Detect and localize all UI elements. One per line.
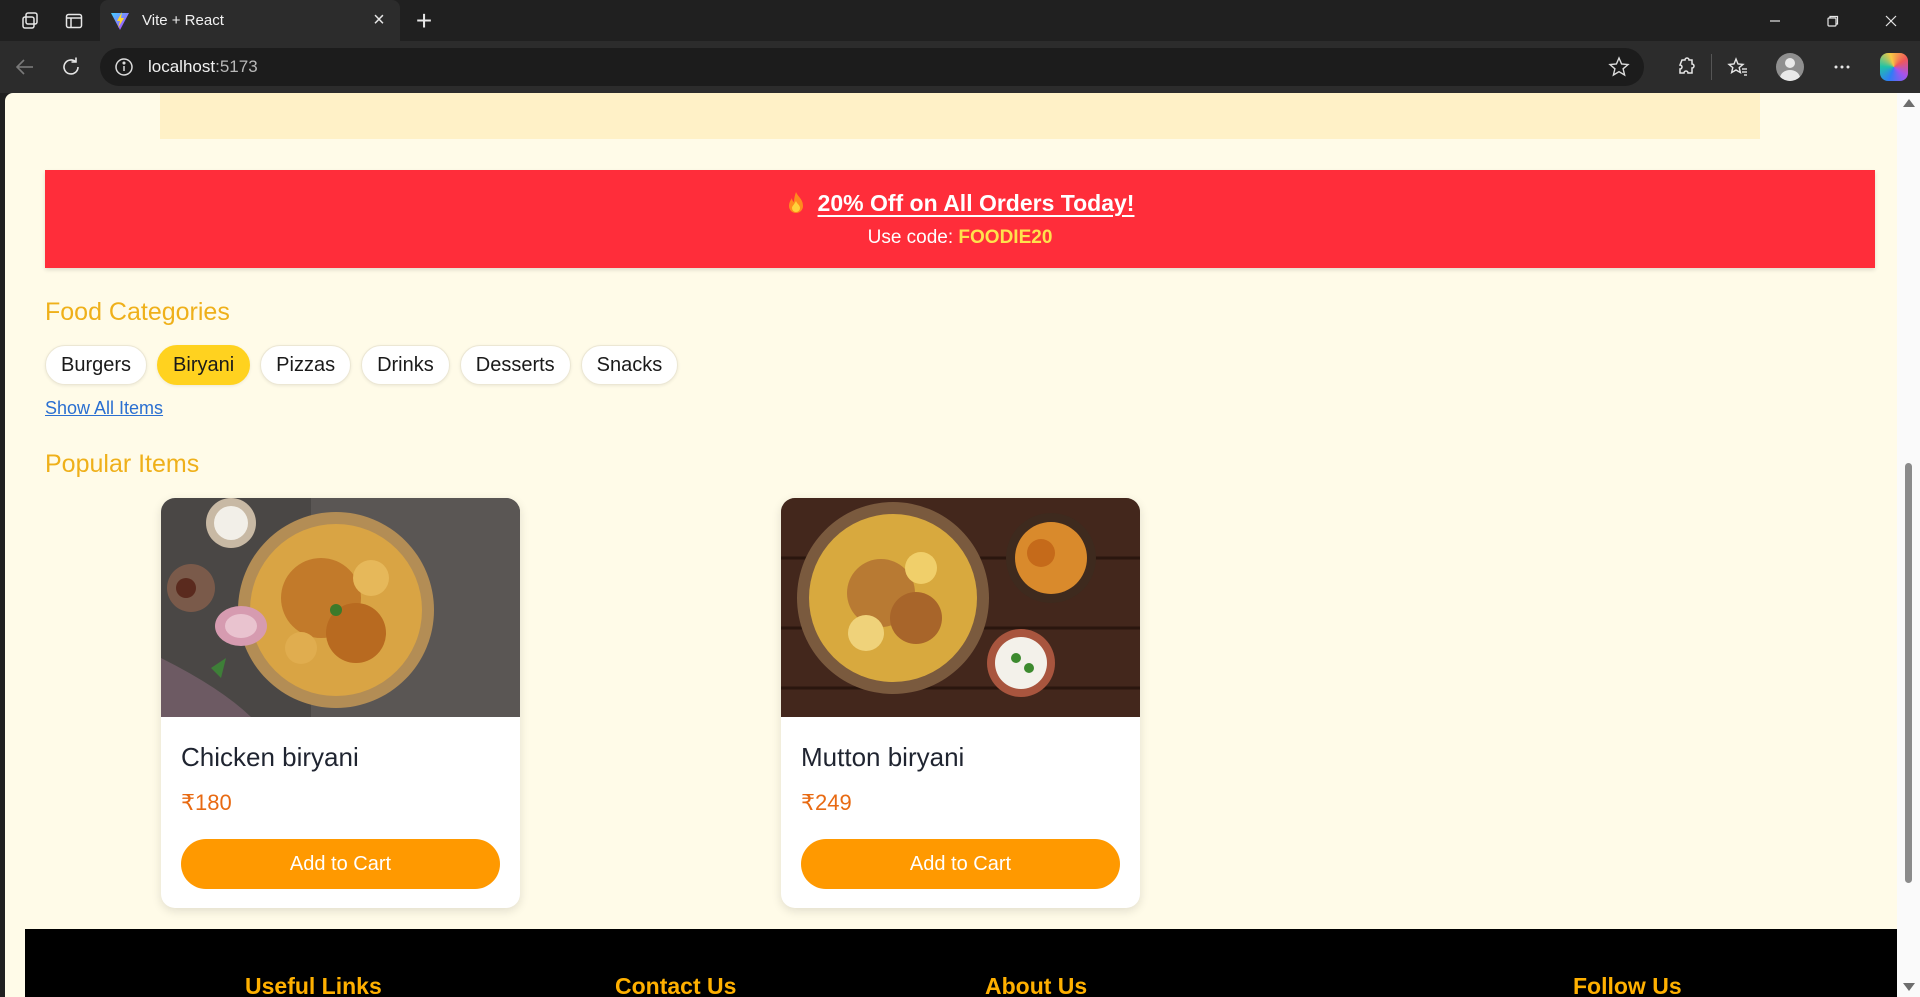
add-to-cart-button[interactable]: Add to Cart <box>181 839 500 889</box>
browser-tab-bar: Vite + React × + <box>0 0 1920 41</box>
category-chip-pizzas[interactable]: Pizzas <box>260 345 352 385</box>
site-footer: Useful Links Contact Us About Us Follow … <box>25 929 1897 997</box>
category-chip-biryani[interactable]: Biryani <box>157 345 251 385</box>
categories-heading: Food Categories <box>45 298 230 326</box>
profile-avatar[interactable] <box>1764 41 1816 93</box>
page-viewport: 20% Off on All Orders Today! Use code: F… <box>5 93 1897 997</box>
new-tab-icon[interactable]: + <box>406 0 442 41</box>
category-chip-drinks[interactable]: Drinks <box>361 345 450 385</box>
mutton-biryani-image <box>781 498 1140 717</box>
show-all-items-link[interactable]: Show All Items <box>45 398 163 419</box>
product-card: Chicken biryani ₹180 Add to Cart <box>161 498 520 908</box>
minimize-icon[interactable] <box>1746 0 1804 41</box>
more-options-icon[interactable] <box>1816 41 1868 93</box>
restore-icon[interactable] <box>1804 0 1862 41</box>
workspaces-icon[interactable] <box>8 0 52 41</box>
scrollbar-thumb[interactable] <box>1905 463 1912 883</box>
category-chip-snacks[interactable]: Snacks <box>580 345 679 385</box>
vertical-tabs-icon[interactable] <box>52 0 96 41</box>
top-banner-strip <box>160 93 1760 139</box>
scroll-up-arrow-icon[interactable] <box>1903 99 1915 107</box>
add-to-cart-button[interactable]: Add to Cart <box>801 839 1120 889</box>
browser-address-bar: localhost:5173 <box>0 41 1920 93</box>
back-icon[interactable] <box>2 41 48 93</box>
product-name: Mutton biryani <box>801 742 965 772</box>
product-price: ₹180 <box>181 790 232 815</box>
fire-icon <box>788 192 803 213</box>
category-chip-desserts[interactable]: Desserts <box>459 345 571 385</box>
close-tab-icon[interactable]: × <box>368 9 390 32</box>
footer-heading-useful-links: Useful Links <box>245 973 382 997</box>
footer-heading-about-us: About Us <box>985 973 1088 997</box>
product-name: Chicken biryani <box>181 742 359 772</box>
tab-title: Vite + React <box>142 12 224 29</box>
product-price: ₹249 <box>801 790 852 815</box>
footer-heading-follow-us: Follow Us <box>1573 973 1682 997</box>
avatar <box>1776 53 1804 81</box>
scroll-down-arrow-icon[interactable] <box>1903 983 1915 991</box>
refresh-icon[interactable] <box>48 41 94 93</box>
browser-tab[interactable]: Vite + React × <box>100 0 400 41</box>
promo-headline[interactable]: 20% Off on All Orders Today! <box>818 190 1135 217</box>
site-info-icon[interactable] <box>114 57 134 77</box>
favorites-icon[interactable] <box>1712 41 1764 93</box>
popular-heading: Popular Items <box>45 450 200 478</box>
close-window-icon[interactable] <box>1862 0 1920 41</box>
promo-code-line: Use code: FOODIE20 <box>867 226 1053 248</box>
promo-title: 20% Off on All Orders Today! <box>786 190 1135 217</box>
browser-toolbar <box>1659 41 1920 93</box>
window-controls <box>1746 0 1920 41</box>
promo-banner: 20% Off on All Orders Today! Use code: F… <box>45 170 1875 268</box>
category-chip-burgers[interactable]: Burgers <box>45 345 148 385</box>
footer-heading-contact-us: Contact Us <box>615 973 737 997</box>
copilot-icon[interactable] <box>1868 41 1920 93</box>
url-text: localhost:5173 <box>148 57 258 76</box>
favorite-star-icon[interactable] <box>1608 56 1630 78</box>
category-chips: Burgers Biryani Pizzas Drinks Desserts S… <box>45 345 679 385</box>
url-bar[interactable]: localhost:5173 <box>100 48 1644 86</box>
product-card: Mutton biryani ₹249 Add to Cart <box>781 498 1140 908</box>
page-scrollbar[interactable] <box>1897 93 1920 997</box>
promo-code: FOODIE20 <box>958 226 1053 248</box>
chicken-biryani-image <box>161 498 520 717</box>
extensions-icon[interactable] <box>1659 41 1711 93</box>
vite-logo-icon <box>111 11 129 30</box>
